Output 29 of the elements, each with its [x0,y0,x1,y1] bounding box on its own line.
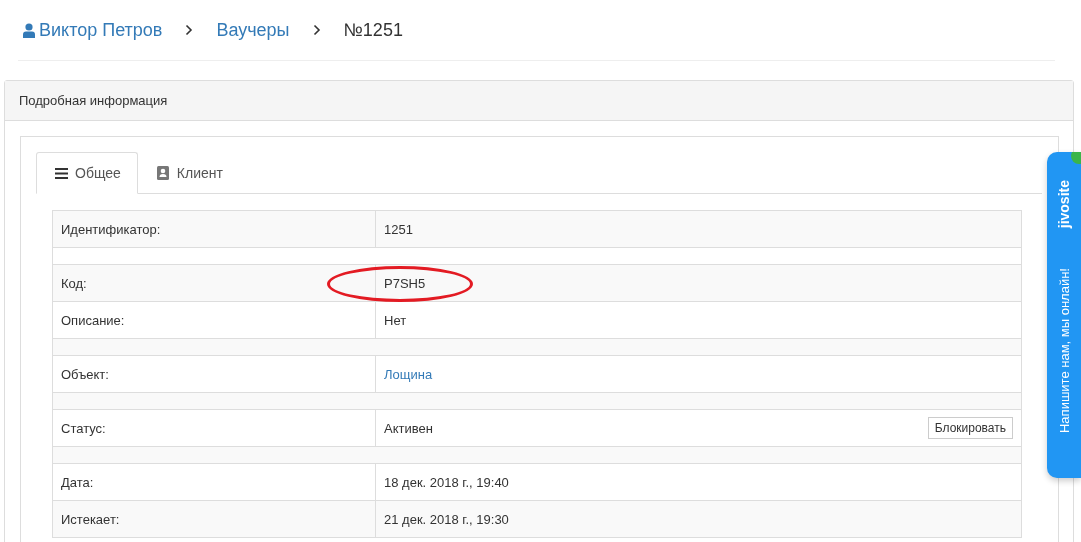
field-label: Описание: [61,312,125,328]
field-label: Дата: [61,474,94,490]
breadcrumb-link[interactable]: Ваучеры [216,19,290,41]
field-value: Нет [384,312,407,328]
block-button[interactable]: Блокировать [927,417,1013,439]
chat-widget-tab[interactable]: jivosite Напишите нам, мы онлайн! [1047,152,1081,478]
contact-card-icon [156,166,170,180]
field-label: Код: [61,275,87,291]
panel-title: Подробная информация [19,93,168,108]
user-icon [23,22,35,38]
breadcrumb-current: №1251 [343,19,403,41]
breadcrumb-link[interactable]: Виктор Петров [23,19,163,41]
field-value: P7SH5 [384,275,426,291]
field-label: Идентификатор: [61,221,161,237]
object-link[interactable]: Лощина [384,366,433,382]
field-label: Объект: [61,366,109,382]
chevron-icon [185,24,194,36]
field-value: Активен [384,420,433,436]
tab[interactable]: Общее [36,152,138,194]
chevron-icon [312,24,321,36]
field-value: 1251 [384,221,413,237]
field-label: Истекает: [61,511,120,527]
field-value: 21 дек. 2018 г., 19:30 [384,511,509,527]
chat-brand: jivosite [1056,180,1072,229]
chat-invite-text: Напишите нам, мы онлайн! [1056,268,1072,434]
tab[interactable]: Клиент [137,152,240,194]
field-value: 18 дек. 2018 г., 19:40 [384,474,509,490]
field-label: Статус: [61,420,106,436]
menu-icon [55,167,68,179]
